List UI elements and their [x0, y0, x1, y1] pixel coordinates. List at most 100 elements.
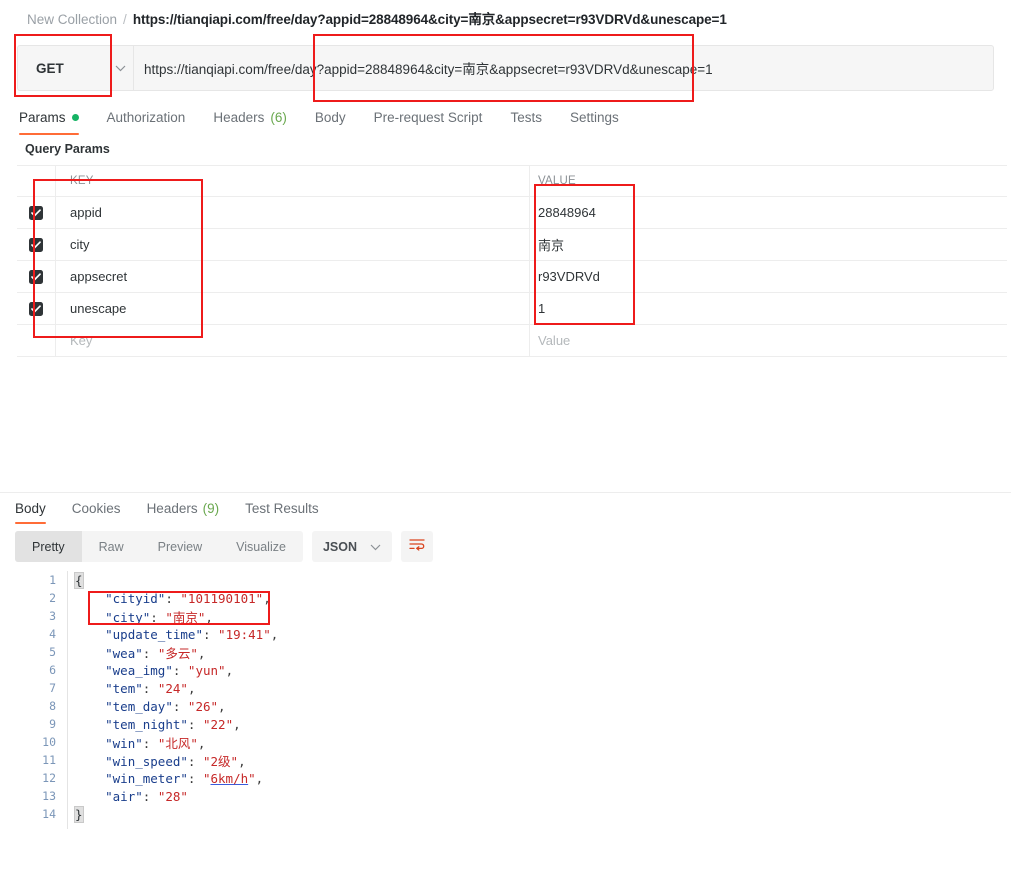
response-tab-cookies[interactable]: Cookies [59, 495, 134, 521]
line-number: 13 [42, 789, 56, 803]
http-method-label: GET [36, 60, 64, 76]
word-wrap-button[interactable] [401, 531, 433, 562]
param-key[interactable]: appid [70, 205, 102, 220]
query-params-heading: Query Params [25, 142, 110, 156]
params-modified-dot-icon [71, 113, 79, 121]
view-mode-segmented-control: Pretty Raw Preview Visualize [15, 531, 303, 562]
param-key-placeholder[interactable]: Key [70, 333, 92, 348]
code-line: 3 "city": "南京", [0, 607, 1011, 625]
code-line-text: "city": "南京", [105, 609, 213, 625]
code-line: 8 "tem_day": "26", [0, 697, 1011, 715]
param-key[interactable]: unescape [70, 301, 126, 316]
code-line-text: "tem": "24", [105, 680, 196, 696]
param-value[interactable]: 南京 [538, 235, 564, 254]
code-line-text: "wea_img": "yun", [105, 662, 234, 678]
word-wrap-icon [409, 538, 425, 556]
code-line: 10 "win": "北风", [0, 733, 1011, 751]
line-number: 5 [49, 645, 56, 659]
request-tabs: Params Authorization Headers (6) Body Pr… [0, 103, 1011, 135]
checkbox-checked-icon[interactable] [29, 237, 43, 252]
response-pane-divider [0, 492, 1011, 493]
table-header-row: KEY VALUE [17, 165, 1007, 197]
table-row[interactable]: unescape 1 [17, 292, 1007, 325]
table-row-empty[interactable]: Key Value [17, 324, 1007, 357]
tab-body[interactable]: Body [301, 103, 360, 131]
table-row[interactable]: city 南京 [17, 228, 1007, 261]
line-number: 10 [42, 735, 56, 749]
line-number: 2 [49, 591, 56, 605]
code-line: 7 "tem": "24", [0, 679, 1011, 697]
code-line-text: "update_time": "19:41", [105, 626, 279, 642]
view-mode-raw[interactable]: Raw [82, 531, 141, 562]
response-tab-headers[interactable]: Headers (9) [134, 495, 233, 521]
row-checkbox-cell[interactable] [17, 229, 56, 260]
checkbox-checked-icon[interactable] [29, 301, 43, 316]
code-line-text: "cityid": "101190101", [105, 590, 271, 606]
response-body-code-viewer[interactable]: 1{ 2 "cityid": "101190101", 3 "city": "南… [0, 571, 1011, 829]
view-mode-pretty[interactable]: Pretty [15, 531, 82, 562]
code-line-text: "air": "28" [105, 788, 188, 804]
breadcrumb-request-title[interactable]: https://tianqiapi.com/free/day?appid=288… [133, 10, 727, 30]
view-mode-preview[interactable]: Preview [141, 531, 219, 562]
code-line-text: "tem_night": "22", [105, 716, 241, 732]
response-tab-test-results-label: Test Results [245, 500, 319, 516]
query-params-table: KEY VALUE appid 28848964 city 南京 appsecr… [17, 165, 1007, 357]
checkbox-checked-icon[interactable] [29, 205, 43, 220]
table-row[interactable]: appid 28848964 [17, 196, 1007, 229]
response-tab-body[interactable]: Body [15, 495, 59, 524]
tab-tests-label: Tests [510, 109, 542, 125]
response-tab-headers-count: (9) [202, 500, 220, 516]
line-number: 9 [49, 717, 56, 731]
code-line-text: "win_meter": "6km/h", [105, 770, 264, 786]
chevron-down-icon[interactable] [107, 45, 133, 91]
chevron-down-icon [370, 540, 381, 554]
row-checkbox-cell[interactable] [17, 261, 56, 292]
code-line: 13 "air": "28" [0, 787, 1011, 805]
code-line-text: { [74, 571, 84, 589]
tab-params[interactable]: Params [19, 103, 93, 135]
url-input[interactable]: https://tianqiapi.com/free/day?appid=288… [133, 45, 994, 91]
tab-body-label: Body [314, 109, 346, 125]
line-number: 12 [42, 771, 56, 785]
code-line: 6 "wea_img": "yun", [0, 661, 1011, 679]
response-tab-headers-label: Headers [146, 500, 198, 516]
column-header-key: KEY [70, 175, 94, 187]
code-line: 12 "win_meter": "6km/h", [0, 769, 1011, 787]
column-header-value: VALUE [538, 175, 576, 187]
language-select[interactable]: JSON [311, 531, 392, 562]
checkbox-checked-icon[interactable] [29, 269, 43, 284]
response-tabs: Body Cookies Headers (9) Test Results [0, 495, 1011, 524]
param-key[interactable]: city [70, 237, 90, 252]
line-number: 6 [49, 663, 56, 677]
row-checkbox-cell[interactable] [17, 197, 56, 228]
param-value[interactable]: 1 [538, 301, 545, 316]
tab-headers[interactable]: Headers (6) [199, 103, 301, 131]
response-tab-test-results[interactable]: Test Results [232, 495, 332, 521]
tab-tests[interactable]: Tests [496, 103, 556, 131]
http-method-selector[interactable]: GET [17, 45, 121, 91]
code-line: 4 "update_time": "19:41", [0, 625, 1011, 643]
tab-authorization[interactable]: Authorization [93, 103, 200, 131]
breadcrumb: New Collection / https://tianqiapi.com/f… [27, 10, 727, 30]
tab-pre-request-script[interactable]: Pre-request Script [360, 103, 497, 131]
response-tab-body-label: Body [15, 500, 46, 516]
code-line: 9 "tem_night": "22", [0, 715, 1011, 733]
breadcrumb-separator: / [123, 12, 127, 27]
table-row[interactable]: appsecret r93VDRVd [17, 260, 1007, 293]
code-line: 5 "wea": "多云", [0, 643, 1011, 661]
url-bar: GET https://tianqiapi.com/free/day?appid… [0, 45, 1011, 91]
param-value-placeholder[interactable]: Value [538, 333, 570, 348]
line-number: 14 [42, 807, 56, 821]
line-number: 3 [49, 609, 56, 623]
tab-settings-label: Settings [569, 109, 619, 125]
param-key[interactable]: appsecret [70, 269, 127, 284]
param-value[interactable]: r93VDRVd [538, 269, 600, 284]
tab-params-label: Params [19, 109, 66, 125]
breadcrumb-collection[interactable]: New Collection [27, 10, 117, 30]
tab-settings[interactable]: Settings [556, 103, 633, 131]
line-number: 4 [49, 627, 56, 641]
row-checkbox-cell[interactable] [17, 293, 56, 324]
row-checkbox-cell-empty[interactable] [17, 325, 56, 356]
param-value[interactable]: 28848964 [538, 205, 596, 220]
view-mode-visualize[interactable]: Visualize [219, 531, 303, 562]
